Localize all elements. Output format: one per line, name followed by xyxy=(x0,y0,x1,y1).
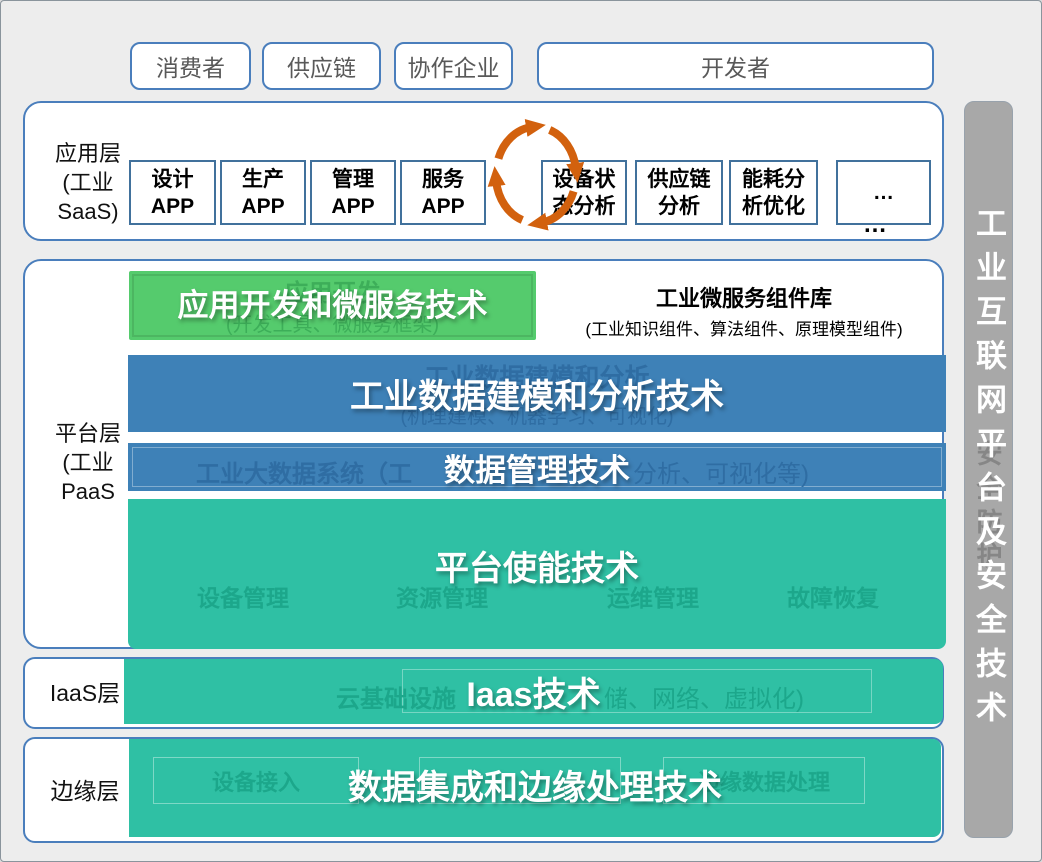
component-library-block: 工业微服务组件库 (工业知识组件、算法组件、原理模型组件) xyxy=(543,281,945,340)
actor-developer-label: 开发者 xyxy=(701,49,770,83)
app-box-service-line2: APP xyxy=(421,193,464,220)
app-box-supply-analysis: 供应链 分析 xyxy=(635,160,723,225)
actor-collab-enterprise: 协作企业 xyxy=(394,42,513,90)
diagram-canvas: 消费者 供应链 协作企业 开发者 应用层 (工业 SaaS) 设计 APP 生产… xyxy=(0,0,1042,862)
app-box-management-line1: 管理 xyxy=(332,166,374,193)
data-management-title: 数据管理技术 xyxy=(128,443,946,491)
security-side-bar: 安全防护 工业互联网平台及安全技术 xyxy=(964,101,1013,838)
app-box-management: 管理 APP xyxy=(310,160,396,225)
edge-bar: 设备接入 边缘数据处理 数据集成和边缘处理技术 xyxy=(129,739,941,837)
iaas-layer-label: IaaS层 xyxy=(35,679,135,708)
actor-consumer-label: 消费者 xyxy=(156,49,225,83)
platform-enablement-box: 设备管理 资源管理 运维管理 故障恢复 平台使能技术 xyxy=(128,499,946,649)
app-box-production: 生产 APP xyxy=(220,160,306,225)
actor-collab-enterprise-label: 协作企业 xyxy=(408,49,500,83)
app-box-supply-analysis-line2: 分析 xyxy=(658,193,700,220)
data-modeling-title: 工业数据建模和分析技术 xyxy=(128,355,946,432)
app-box-supply-analysis-line1: 供应链 xyxy=(648,166,711,193)
platform-enablement-title: 平台使能技术 xyxy=(128,537,946,593)
actor-developer: 开发者 xyxy=(537,42,934,90)
ellipsis-below-box: … xyxy=(863,211,887,239)
edge-layer-label: 边缘层 xyxy=(35,777,135,806)
app-box-energy-optimize-line1: 能耗分 xyxy=(742,166,805,193)
app-box-more-line1: … xyxy=(873,179,894,206)
component-library-subtitle: (工业知识组件、算法组件、原理模型组件) xyxy=(543,315,945,340)
app-box-management-line2: APP xyxy=(331,193,374,220)
iaas-title: Iaas技术 xyxy=(124,659,943,724)
cycle-arrows-icon xyxy=(481,113,591,233)
app-box-design-line1: 设计 xyxy=(152,166,194,193)
app-box-energy-optimize-line2: 析优化 xyxy=(742,193,805,220)
actor-consumer: 消费者 xyxy=(130,42,251,90)
app-box-design: 设计 APP xyxy=(129,160,216,225)
app-box-design-line2: APP xyxy=(151,193,194,220)
iaas-layer-container: IaaS层 云基础设施 储、网络、虚拟化) Iaas技术 xyxy=(23,657,944,729)
app-box-energy-optimize: 能耗分 析优化 xyxy=(729,160,818,225)
iaas-bar: 云基础设施 储、网络、虚拟化) Iaas技术 xyxy=(124,659,943,724)
security-side-bar-title: 工业互联网平台及安全技术 xyxy=(966,207,1011,735)
application-layer-container: 应用层 (工业 SaaS) 设计 APP 生产 APP 管理 APP 服务 AP… xyxy=(23,101,944,241)
actor-supply-chain: 供应链 xyxy=(262,42,381,90)
app-box-production-line1: 生产 xyxy=(242,166,284,193)
application-layer-label: 应用层 (工业 SaaS) xyxy=(33,139,143,226)
app-dev-microservice-box: 应用开发 (开发工具、微服务框架) 应用开发和微服务技术 xyxy=(129,271,536,340)
app-box-service: 服务 APP xyxy=(400,160,486,225)
actor-supply-chain-label: 供应链 xyxy=(287,49,356,83)
platform-layer-label: 平台层 (工业 PaaS xyxy=(33,419,143,506)
data-modeling-bar: 工业数据建模和分析 (机理建模、机器学习、可视化) 工业数据建模和分析技术 xyxy=(128,355,946,432)
edge-layer-container: 边缘层 设备接入 边缘数据处理 数据集成和边缘处理技术 xyxy=(23,737,944,843)
data-management-bar: 工业大数据系统（工 分析、可视化等) 数据管理技术 xyxy=(128,443,946,491)
component-library-title: 工业微服务组件库 xyxy=(543,281,945,313)
app-box-service-line1: 服务 xyxy=(422,166,464,193)
edge-layer-title: 数据集成和边缘处理技术 xyxy=(129,739,941,829)
app-dev-title: 应用开发和微服务技术 xyxy=(129,271,536,334)
platform-layer-container: 平台层 (工业 PaaS 应用开发 (开发工具、微服务框架) 应用开发和微服务技… xyxy=(23,259,944,649)
app-box-production-line2: APP xyxy=(241,193,284,220)
